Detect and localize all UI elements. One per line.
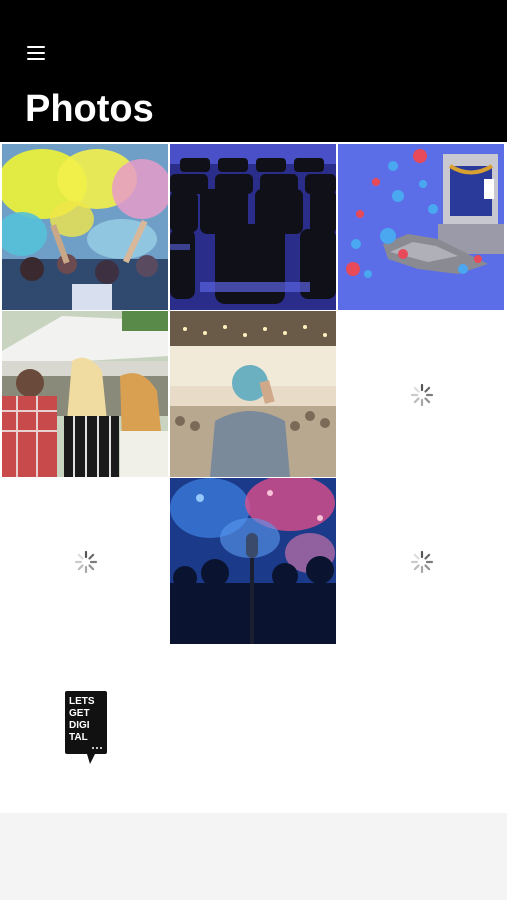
- photo-loading-3: [338, 478, 504, 644]
- photo-outdoor-crowd[interactable]: [2, 311, 168, 477]
- loading-spinner-icon: [410, 550, 434, 574]
- festival-colors-image: [2, 144, 168, 310]
- logo-line-2: GET: [69, 708, 90, 719]
- photo-grid: LETS GET DIGI TAL: [0, 142, 507, 813]
- loading-spinner-icon: [410, 383, 434, 407]
- logo-line-3: DIGI: [69, 720, 90, 731]
- photo-auditorium-chairs[interactable]: [170, 144, 336, 310]
- empty-footer-area: [0, 813, 507, 900]
- photo-loading-1: [338, 311, 504, 477]
- photo-conference-speaker[interactable]: [170, 311, 336, 477]
- concert-mic-image: [170, 478, 336, 644]
- outdoor-crowd-image: [2, 311, 168, 477]
- photo-concert-mic[interactable]: [170, 478, 336, 644]
- logo-line-1: LETS: [69, 696, 95, 707]
- loading-spinner-icon: [74, 550, 98, 574]
- conference-speaker-image: [170, 311, 336, 477]
- logo-line-4: TAL: [69, 732, 88, 743]
- photo-logo[interactable]: LETS GET DIGI TAL: [2, 645, 168, 811]
- lets-get-digital-logo: LETS GET DIGI TAL: [2, 645, 168, 811]
- hamburger-menu-icon[interactable]: [22, 38, 52, 68]
- reaction-stage-image: [338, 144, 504, 310]
- app-header: Photos: [0, 0, 507, 142]
- photo-reaction-stage[interactable]: [338, 144, 504, 310]
- page-title: Photos: [25, 88, 154, 130]
- photo-festival-colors[interactable]: [2, 144, 168, 310]
- auditorium-chairs-image: [170, 144, 336, 310]
- photo-loading-2: [2, 478, 168, 644]
